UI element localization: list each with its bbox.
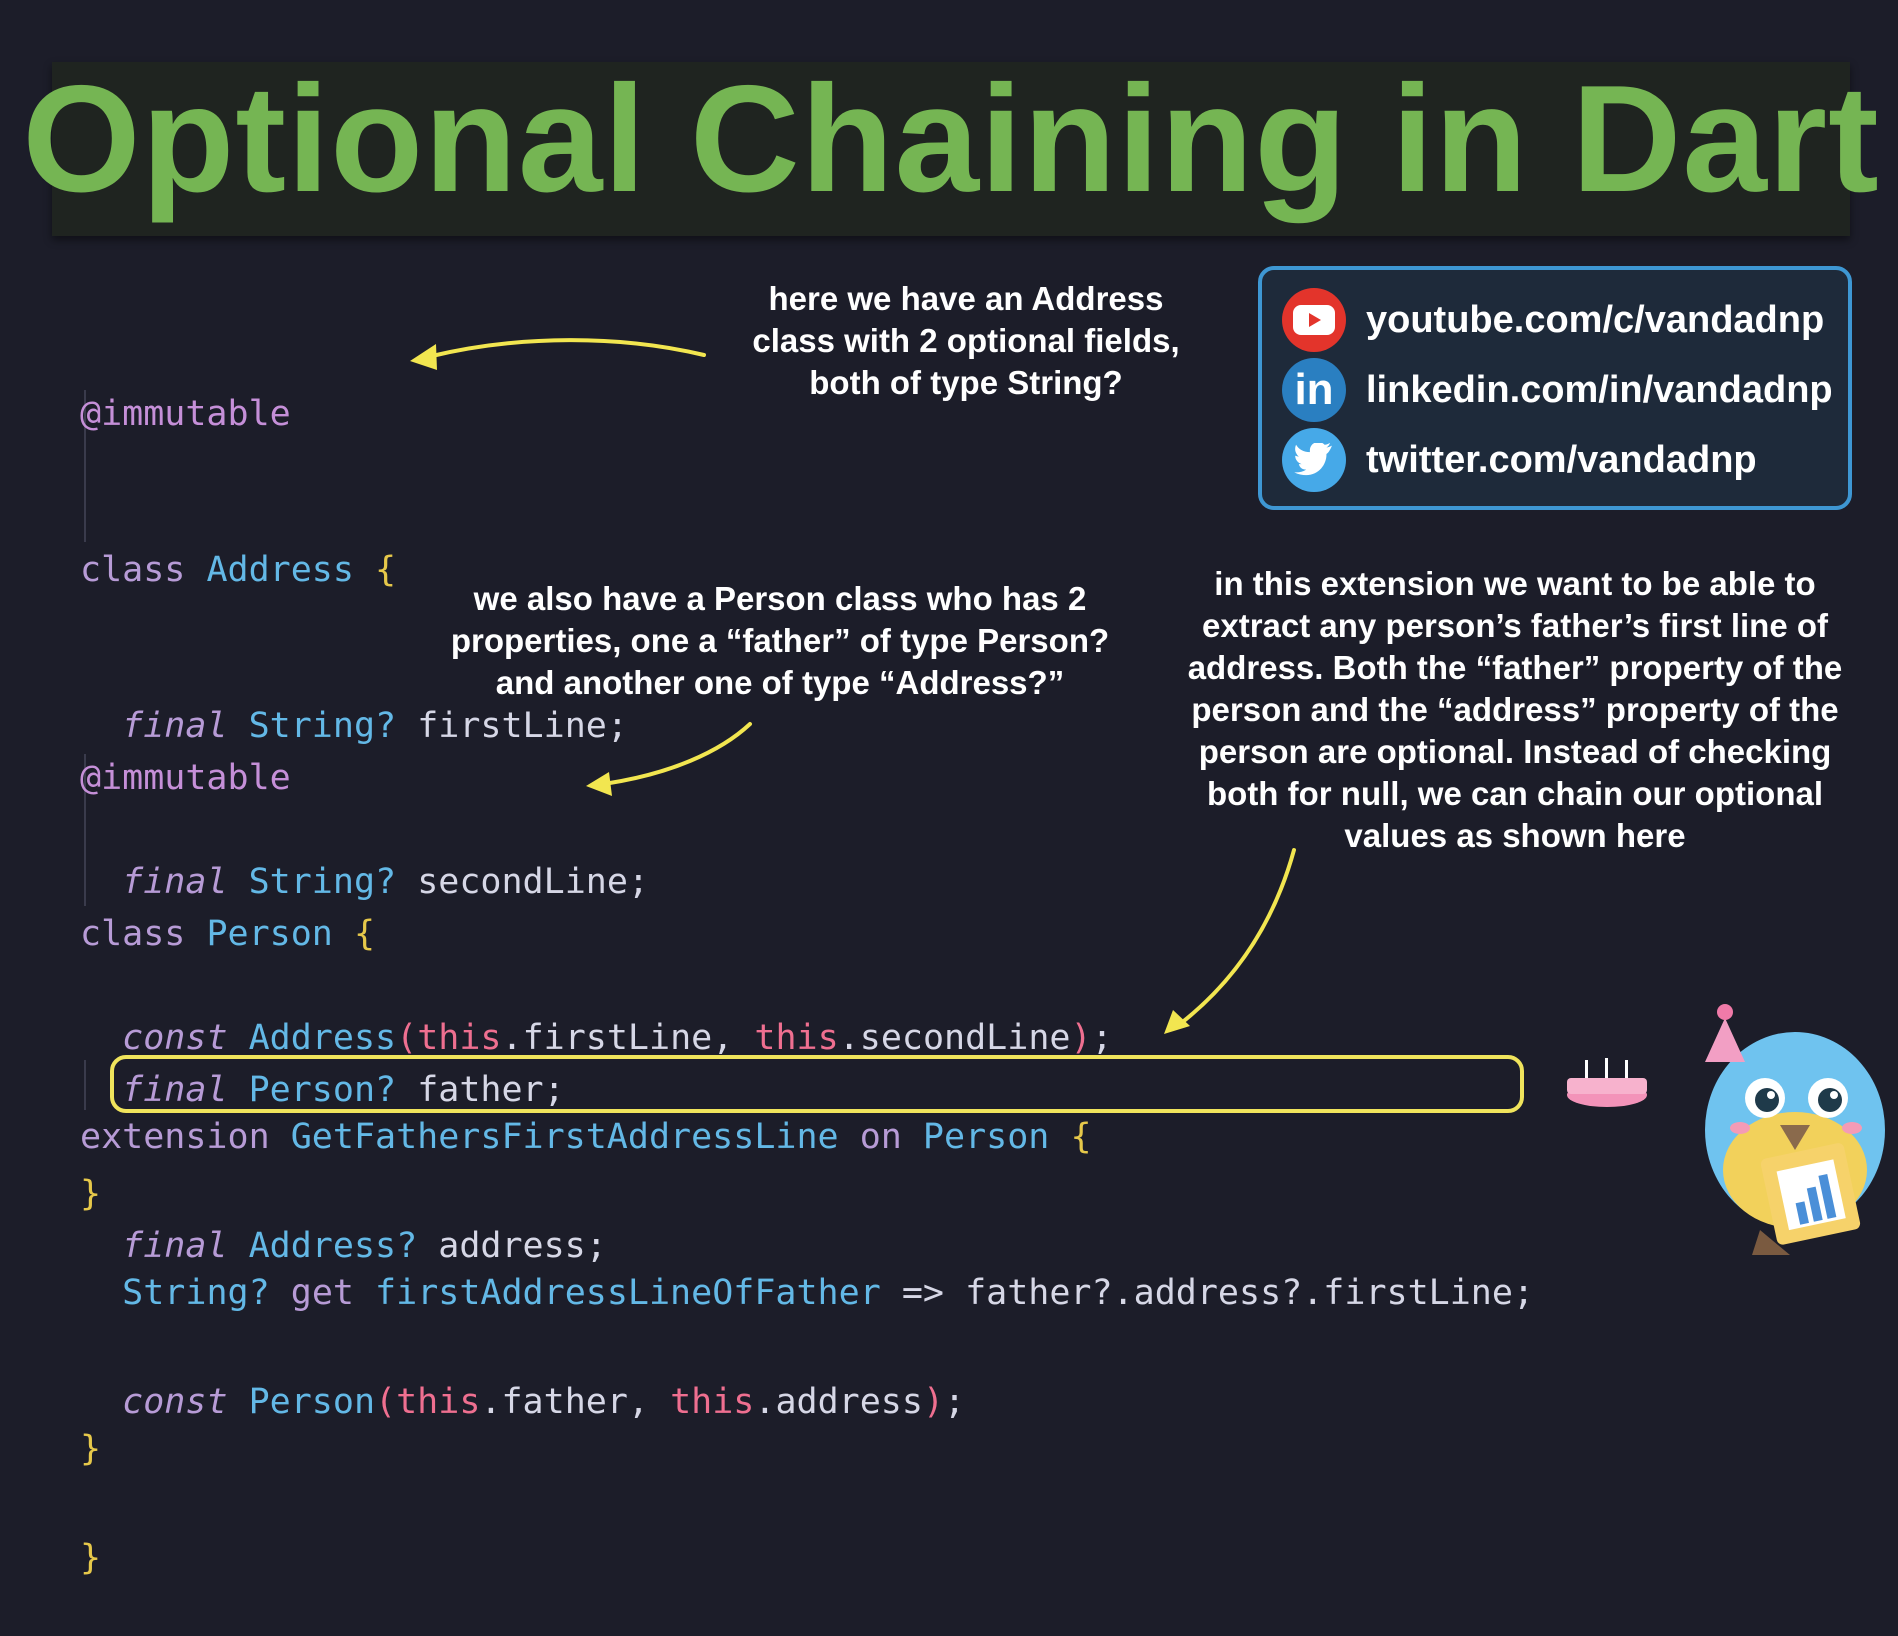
arrowhead-icon [1164,1010,1190,1034]
close-brace: } [80,1538,102,1578]
getter-name: firstAddressLineOfFather [375,1273,881,1313]
arrowhead-icon [586,772,612,796]
code-line: } [80,1423,1534,1475]
keyword-get: get [290,1273,354,1313]
arrowhead-icon [410,344,437,370]
arrow-to-address [430,338,706,358]
getter-body: => father?.address?.firstLine; [901,1273,1535,1313]
type-name: String? [122,1273,270,1313]
arrows-layer [410,338,1885,1255]
mascot-bird-icon [1567,1004,1885,1255]
code-line: } [80,1532,965,1584]
arrow-to-extension [1178,848,1296,1026]
code-line: String? get firstAddressLineOfFather => … [80,1267,1534,1319]
arrow-to-person [602,722,752,786]
close-brace: } [80,1429,102,1469]
